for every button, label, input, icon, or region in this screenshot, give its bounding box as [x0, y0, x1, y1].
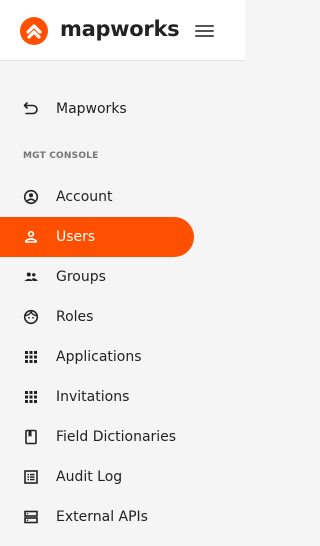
storage-icon — [24, 510, 38, 524]
app-header: mapworks — [0, 0, 245, 61]
hamburger-menu-icon[interactable] — [193, 22, 217, 40]
sidebar-item-mapworks-back[interactable]: Mapworks — [0, 89, 194, 129]
menu-bar-middle — [195, 30, 214, 32]
list-alt-icon — [24, 470, 38, 484]
sidebar-item-account[interactable]: Account — [0, 177, 194, 217]
sidebar-item-label: Mapworks — [56, 101, 127, 117]
sidebar-item-invitations[interactable]: Invitations — [0, 377, 194, 417]
mapworks-logo-icon[interactable] — [19, 16, 49, 46]
account-circle-icon — [23, 189, 39, 205]
section-title: MGT CONSOLE — [23, 151, 99, 161]
apps-grid-icon — [25, 391, 37, 403]
sidebar-item-roles[interactable]: Roles — [0, 297, 194, 337]
sidebar-item-audit-log[interactable]: Audit Log — [0, 457, 194, 497]
sidebar-item-groups[interactable]: Groups — [0, 257, 194, 297]
brand-name: mapworks — [60, 17, 180, 41]
sidebar-item-label: Groups — [56, 269, 106, 285]
sidebar-item-label: Account — [56, 189, 113, 205]
sidebar-item-label: External APIs — [56, 509, 148, 525]
book-icon — [25, 429, 37, 445]
group-icon — [24, 272, 38, 281]
sidebar-item-label: Field Dictionaries — [56, 429, 177, 445]
sidebar-item-label: Applications — [56, 349, 142, 365]
face-icon — [23, 309, 39, 325]
person-icon — [25, 230, 37, 243]
sidebar-item-label: Audit Log — [56, 469, 123, 485]
sidebar-item-label: Invitations — [56, 389, 130, 405]
sidebar-item-field-dictionaries[interactable]: Field Dictionaries — [0, 417, 194, 457]
back-arrow-icon — [23, 102, 38, 115]
menu-bar-top — [195, 25, 214, 27]
sidebar-item-label: Roles — [56, 309, 94, 325]
sidebar-item-label: Users — [56, 229, 96, 245]
sidebar-item-users[interactable]: Users — [0, 217, 194, 257]
sidebar-item-external-apis[interactable]: External APIs — [0, 497, 194, 537]
sidebar: Mapworks MGT CONSOLE Account Users Group… — [0, 61, 245, 546]
apps-grid-icon — [25, 351, 37, 363]
menu-bar-bottom — [195, 35, 214, 37]
sidebar-item-applications[interactable]: Applications — [0, 337, 194, 377]
